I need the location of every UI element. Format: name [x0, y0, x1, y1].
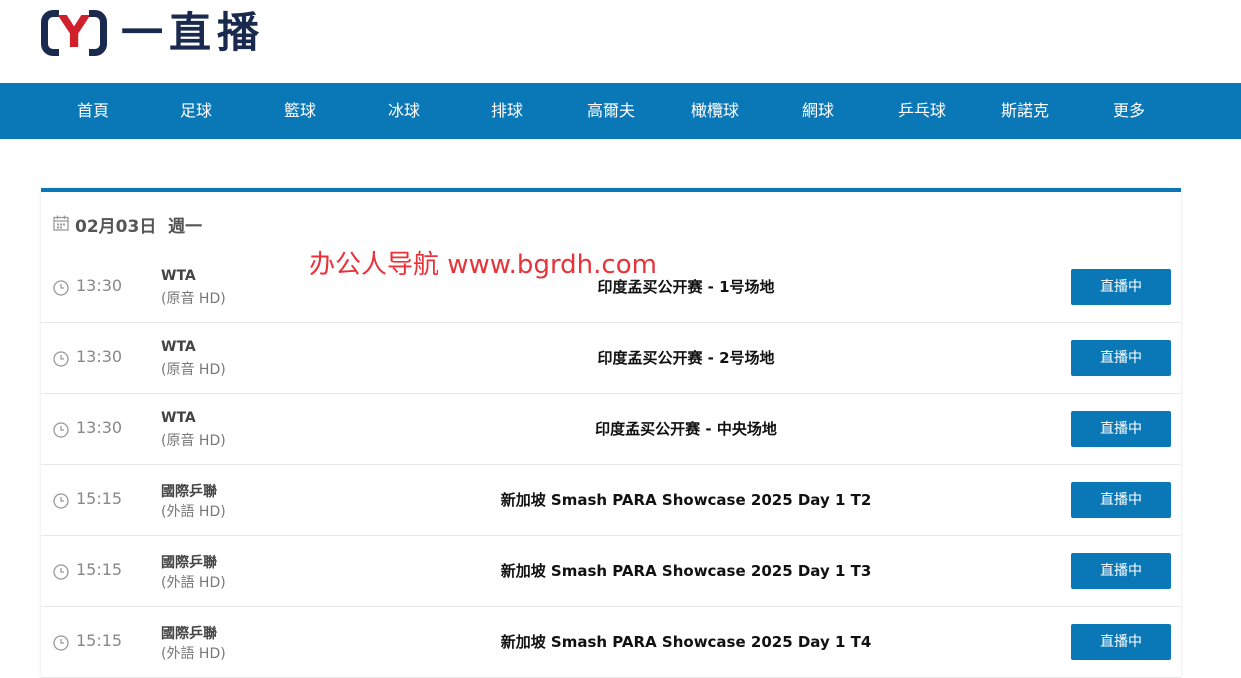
match-time: 15:15 [76, 489, 123, 508]
nav-item-hockey[interactable]: 冰球 [352, 83, 456, 139]
match-title[interactable]: 印度孟买公开赛 - 中央场地 [301, 418, 1071, 439]
nav-item-golf[interactable]: 高爾夫 [559, 83, 663, 139]
stream-quality: (原音 HD) [161, 291, 226, 307]
league-name: 國際乒聯 [161, 484, 217, 500]
live-button[interactable]: 直播中 [1071, 269, 1171, 305]
schedule-row: 15:15 國際乒聯 (外語 HD) 新加坡 Smash PARA Showca… [41, 536, 1181, 607]
clock-icon [53, 422, 69, 438]
match-title[interactable]: 新加坡 Smash PARA Showcase 2025 Day 1 T2 [301, 489, 1071, 510]
live-button[interactable]: 直播中 [1071, 482, 1171, 518]
nav-item-table-tennis[interactable]: 乒乓球 [870, 83, 974, 139]
nav-item-basketball[interactable]: 籃球 [248, 83, 352, 139]
logo-bracket-right [89, 10, 107, 56]
live-button[interactable]: 直播中 [1071, 553, 1171, 589]
date-header: 02月03日 週一 [41, 192, 1181, 252]
stream-quality: (外語 HD) [161, 575, 226, 591]
clock-icon [53, 564, 69, 580]
date-label: 02月03日 週一 [75, 212, 202, 237]
match-time: 15:15 [76, 560, 123, 579]
match-title[interactable]: 新加坡 Smash PARA Showcase 2025 Day 1 T3 [301, 560, 1071, 581]
schedule-row: 15:15 國際乒聯 (外語 HD) 新加坡 Smash PARA Showca… [41, 607, 1181, 678]
stream-quality: (原音 HD) [161, 433, 226, 449]
match-title[interactable]: 印度孟买公开赛 - 1号场地 [301, 276, 1071, 297]
main-nav: 首頁 足球 籃球 冰球 排球 高爾夫 橄欖球 網球 乒乓球 斯諾克 更多 [0, 83, 1241, 139]
nav-item-tennis[interactable]: 網球 [766, 83, 870, 139]
nav-item-rugby[interactable]: 橄欖球 [663, 83, 767, 139]
live-button[interactable]: 直播中 [1071, 624, 1171, 660]
match-time: 13:30 [76, 276, 123, 295]
match-title[interactable]: 新加坡 Smash PARA Showcase 2025 Day 1 T4 [301, 631, 1071, 652]
match-time: 13:30 [76, 418, 123, 437]
stream-quality: (原音 HD) [161, 362, 226, 378]
league-name: WTA [161, 410, 196, 426]
live-button[interactable]: 直播中 [1071, 411, 1171, 447]
league-name: 國際乒聯 [161, 555, 217, 571]
schedule-row: 13:30 WTA (原音 HD) 印度孟买公开赛 - 1号场地 直播中 [41, 252, 1181, 323]
league-name: WTA [161, 339, 196, 355]
nav-item-more[interactable]: 更多 [1077, 83, 1181, 139]
league-name: 國際乒聯 [161, 626, 217, 642]
schedule-row: 15:15 國際乒聯 (外語 HD) 新加坡 Smash PARA Showca… [41, 465, 1181, 536]
stream-quality: (外語 HD) [161, 504, 226, 520]
logo-y-letter: Y [58, 7, 90, 58]
schedule-row: 13:30 WTA (原音 HD) 印度孟买公开赛 - 2号场地 直播中 [41, 323, 1181, 394]
clock-icon [53, 351, 69, 367]
schedule-panel: 02月03日 週一 办公人导航 www.bgrdh.com 13:30 WTA … [41, 188, 1181, 678]
site-logo[interactable]: Y 一直播 [41, 8, 265, 58]
stream-quality: (外語 HD) [161, 646, 226, 662]
logo-text: 一直播 [121, 8, 266, 57]
nav-item-volleyball[interactable]: 排球 [455, 83, 559, 139]
clock-icon [53, 493, 69, 509]
match-title[interactable]: 印度孟买公开赛 - 2号场地 [301, 347, 1071, 368]
date-value: 02月03日 [75, 217, 157, 237]
clock-icon [53, 635, 69, 651]
nav-item-football[interactable]: 足球 [144, 83, 248, 139]
nav-item-snooker[interactable]: 斯諾克 [973, 83, 1077, 139]
live-button[interactable]: 直播中 [1071, 340, 1171, 376]
league-name: WTA [161, 268, 196, 284]
match-time: 15:15 [76, 631, 123, 650]
schedule-row: 13:30 WTA (原音 HD) 印度孟买公开赛 - 中央场地 直播中 [41, 394, 1181, 465]
match-time: 13:30 [76, 347, 123, 366]
nav-item-home[interactable]: 首頁 [41, 83, 145, 139]
calendar-icon [53, 215, 69, 231]
clock-icon [53, 280, 69, 296]
logo-mark: Y [41, 8, 107, 58]
weekday-value: 週一 [168, 217, 203, 237]
site-header: Y 一直播 [0, 0, 1241, 83]
